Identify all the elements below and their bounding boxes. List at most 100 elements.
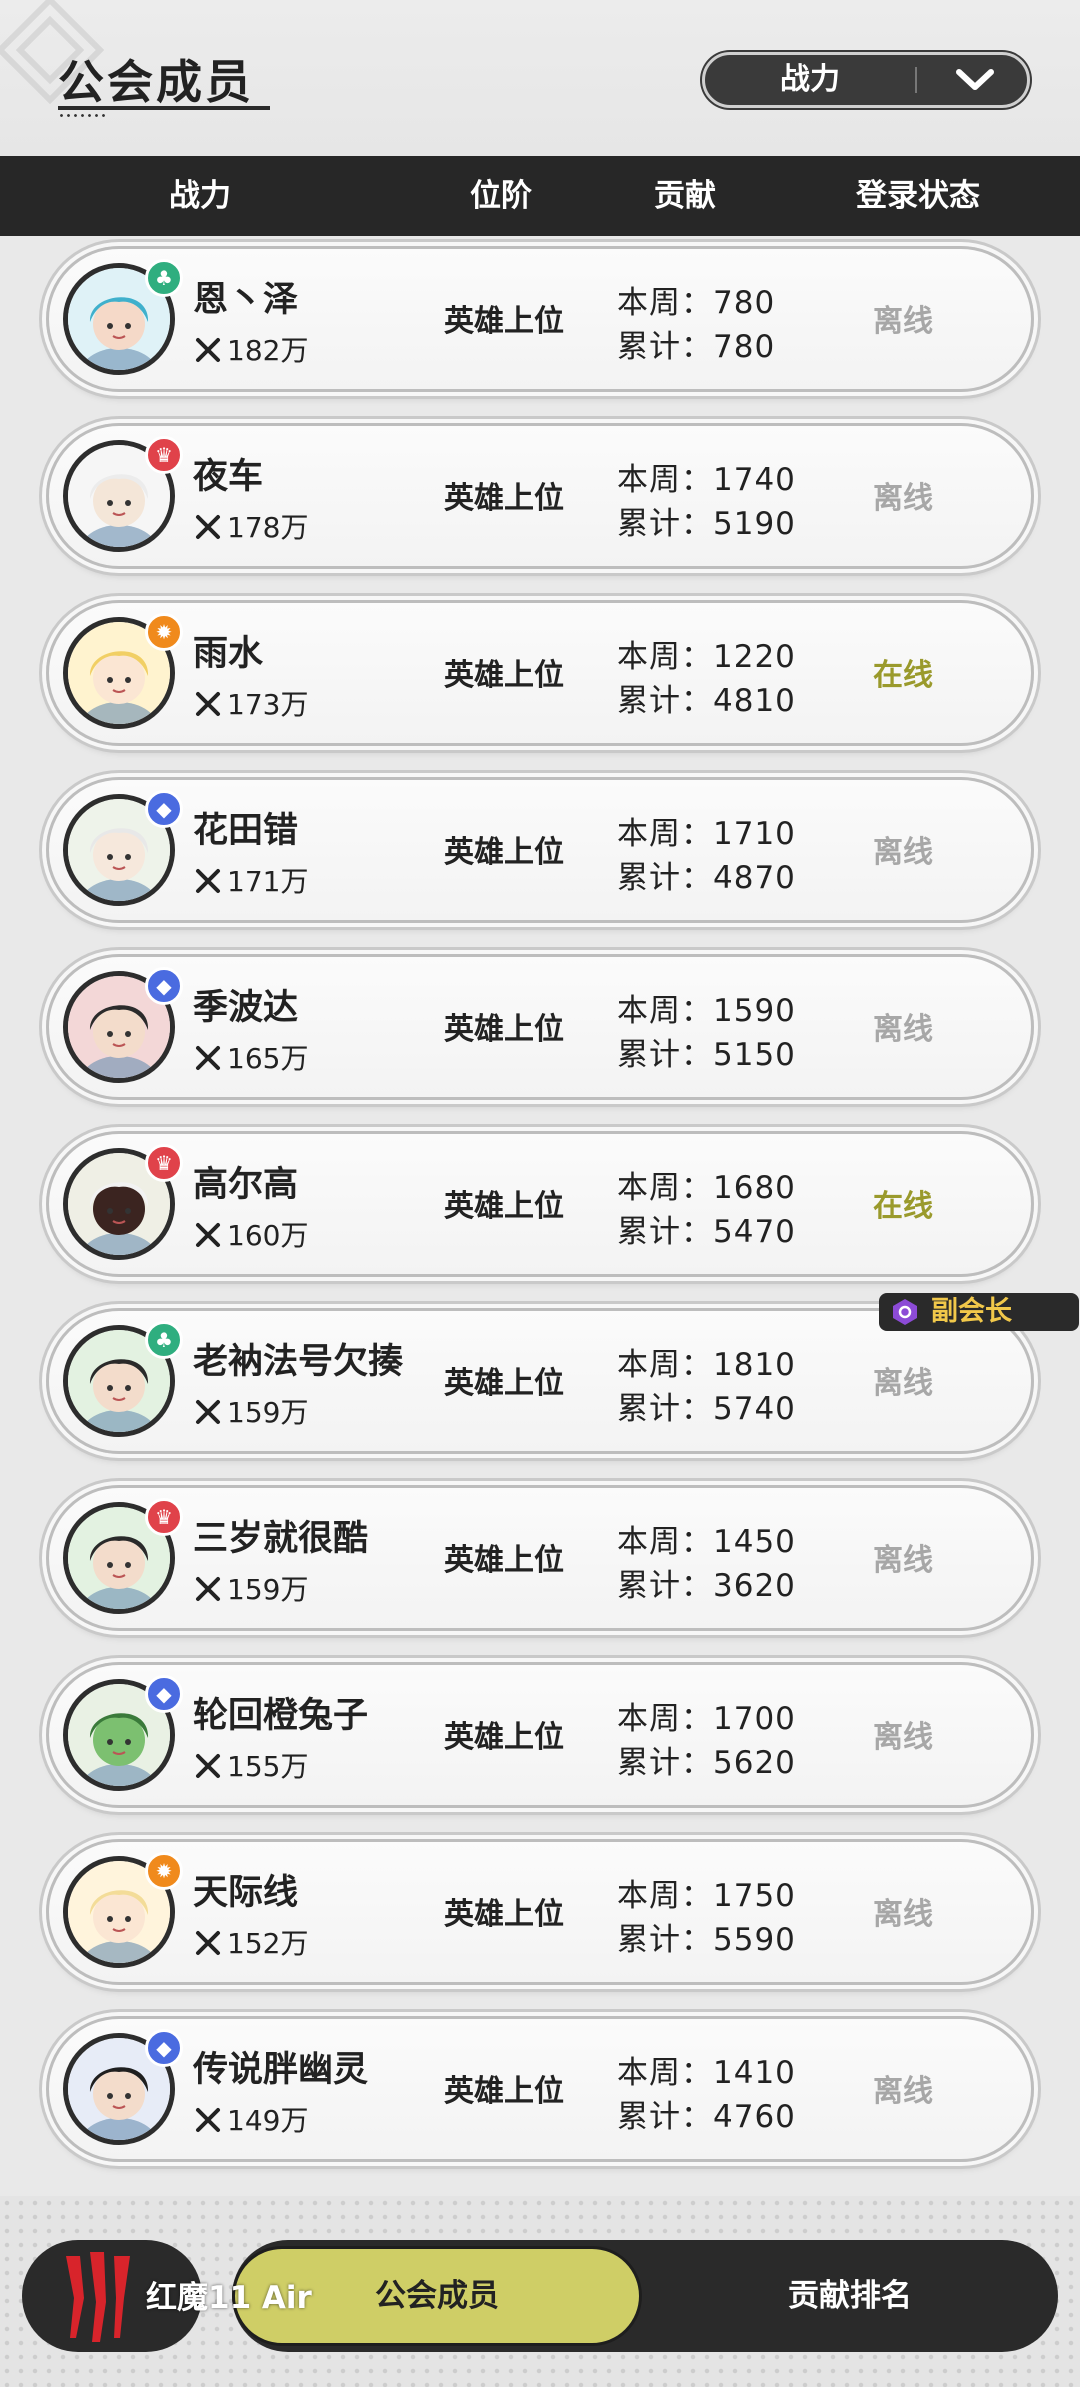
member-name: 高尔高 (193, 1165, 299, 1205)
column-header-login-status[interactable]: 登录状态 (856, 156, 980, 236)
member-rank: 英雄上位 (444, 304, 564, 339)
avatar-container[interactable]: ♛ (63, 1144, 183, 1260)
member-total-contribution: 累计：780 (617, 321, 775, 366)
week-prefix: 本周： (617, 2055, 713, 2091)
member-rank: 英雄上位 (444, 1189, 564, 1224)
week-value: 1700 (713, 1701, 796, 1737)
member-card[interactable]: ◆ 花田错 171万 英雄上位 本周：1710 累计：4870 离线 (46, 777, 1034, 923)
avatar-container[interactable]: ◆ (63, 967, 183, 1083)
member-rank: 英雄上位 (444, 835, 564, 870)
crossed-swords-icon (196, 338, 220, 362)
member-card[interactable]: ♛ 夜车 178万 英雄上位 本周：1740 累计：5190 离线 (46, 423, 1034, 569)
sort-dropdown-value: 战力 (780, 62, 840, 97)
member-total-contribution: 累计：5150 (617, 1029, 796, 1074)
member-list[interactable]: ♣ 恩丶泽 182万 英雄上位 本周：780 累计：780 离线 ♛ 夜车 17… (0, 236, 1080, 2196)
week-prefix: 本周： (617, 1524, 713, 1560)
total-prefix: 累计： (617, 1037, 713, 1073)
crossed-swords-icon (196, 1223, 220, 1247)
crown-icon: ♛ (145, 1144, 183, 1182)
total-prefix: 累计： (617, 1391, 713, 1427)
column-header-rank[interactable]: 位阶 (470, 156, 532, 236)
sort-dropdown[interactable]: 战力 (702, 52, 1030, 108)
total-value: 4870 (713, 860, 796, 896)
member-name: 夜车 (193, 457, 264, 497)
member-week-contribution: 本周：1590 (617, 985, 796, 1030)
avatar-container[interactable]: ♣ (63, 1321, 183, 1437)
member-card[interactable]: ✹ 雨水 173万 英雄上位 本周：1220 累计：4810 在线 (46, 600, 1034, 746)
total-prefix: 累计： (617, 683, 713, 719)
member-login-status: 在线 (873, 1189, 933, 1224)
week-value: 1750 (713, 1878, 796, 1914)
total-value: 780 (713, 329, 776, 365)
member-total-contribution: 累计：5470 (617, 1206, 796, 1251)
total-prefix: 累计： (617, 506, 713, 542)
total-prefix: 累计： (617, 1745, 713, 1781)
member-power: 159万 (193, 1391, 308, 1431)
member-card[interactable]: ✹ 天际线 152万 英雄上位 本周：1750 累计：5590 离线 (46, 1839, 1034, 1985)
member-rank: 英雄上位 (444, 1012, 564, 1047)
total-value: 5190 (713, 506, 796, 542)
member-rank: 英雄上位 (444, 2074, 564, 2109)
member-power: 155万 (193, 1745, 308, 1785)
member-power-value: 155万 (227, 1750, 309, 1783)
member-name: 雨水 (193, 634, 264, 674)
member-week-contribution: 本周：1220 (617, 631, 796, 676)
total-value: 5150 (713, 1037, 796, 1073)
avatar-container[interactable]: ◆ (63, 2029, 183, 2145)
tab-contribution-ranking[interactable]: 贡献排名 (690, 2240, 1010, 2352)
member-login-status: 离线 (873, 1543, 933, 1578)
member-login-status: 离线 (873, 481, 933, 516)
avatar-container[interactable]: ♛ (63, 436, 183, 552)
member-week-contribution: 本周：1750 (617, 1870, 796, 1915)
avatar-container[interactable]: ♛ (63, 1498, 183, 1614)
member-power: 178万 (193, 506, 308, 546)
total-prefix: 累计： (617, 1214, 713, 1250)
member-power: 160万 (193, 1214, 308, 1254)
member-power-value: 159万 (227, 1573, 309, 1606)
avatar-container[interactable]: ◆ (63, 790, 183, 906)
column-header-contribution[interactable]: 贡献 (654, 156, 716, 236)
crossed-swords-icon (196, 692, 220, 716)
member-card[interactable]: ◆ 轮回橙兔子 155万 英雄上位 本周：1700 累计：5620 离线 (46, 1662, 1034, 1808)
member-card[interactable]: ◆ 季波达 165万 英雄上位 本周：1590 累计：5150 离线 (46, 954, 1034, 1100)
member-power: 171万 (193, 860, 308, 900)
member-name: 轮回橙兔子 (193, 1696, 369, 1736)
crossed-swords-icon (196, 1931, 220, 1955)
week-value: 1810 (713, 1347, 796, 1383)
total-value: 4760 (713, 2099, 796, 2135)
week-prefix: 本周： (617, 1347, 713, 1383)
member-power: 173万 (193, 683, 308, 723)
member-card[interactable]: ♣ 恩丶泽 182万 英雄上位 本周：780 累计：780 离线 (46, 246, 1034, 392)
avatar-container[interactable]: ✹ (63, 613, 183, 729)
crown-icon: ♛ (145, 1498, 183, 1536)
member-power: 149万 (193, 2099, 308, 2139)
avatar-container[interactable]: ♣ (63, 259, 183, 375)
column-header-bar: 战力 位阶 贡献 登录状态 (0, 156, 1080, 236)
week-value: 1450 (713, 1524, 796, 1560)
member-card[interactable]: ◆ 传说胖幽灵 149万 英雄上位 本周：1410 累计：4760 离线 (46, 2016, 1034, 2162)
avatar-container[interactable]: ✹ (63, 1852, 183, 1968)
title-underline (58, 106, 270, 110)
member-week-contribution: 本周：1740 (617, 454, 796, 499)
member-total-contribution: 累计：5590 (617, 1914, 796, 1959)
member-power-value: 160万 (227, 1219, 309, 1252)
member-card[interactable]: ♛ 三岁就很酷 159万 英雄上位 本周：1450 累计：3620 离线 (46, 1485, 1034, 1631)
member-power-value: 178万 (227, 511, 309, 544)
shield-icon: ◆ (145, 790, 183, 828)
member-login-status: 离线 (873, 2074, 933, 2109)
member-week-contribution: 本周：780 (617, 277, 775, 322)
chevron-down-icon[interactable] (953, 65, 997, 95)
member-login-status: 离线 (873, 1366, 933, 1401)
member-power-value: 165万 (227, 1042, 309, 1075)
column-header-power[interactable]: 战力 (169, 156, 231, 236)
member-card[interactable]: ♛ 高尔高 160万 英雄上位 本周：1680 累计：5470 在线 (46, 1131, 1034, 1277)
member-week-contribution: 本周：1410 (617, 2047, 796, 2092)
member-login-status: 离线 (873, 1720, 933, 1755)
member-login-status: 离线 (873, 304, 933, 339)
member-card[interactable]: ♣ 老衲法号欠揍 159万 英雄上位 本周：1810 累计：5740 离线 副会… (46, 1293, 1079, 1454)
avatar-container[interactable]: ◆ (63, 1675, 183, 1791)
total-prefix: 累计： (617, 1922, 713, 1958)
member-week-contribution: 本周：1680 (617, 1162, 796, 1207)
member-power-value: 159万 (227, 1396, 309, 1429)
week-value: 1740 (713, 462, 796, 498)
